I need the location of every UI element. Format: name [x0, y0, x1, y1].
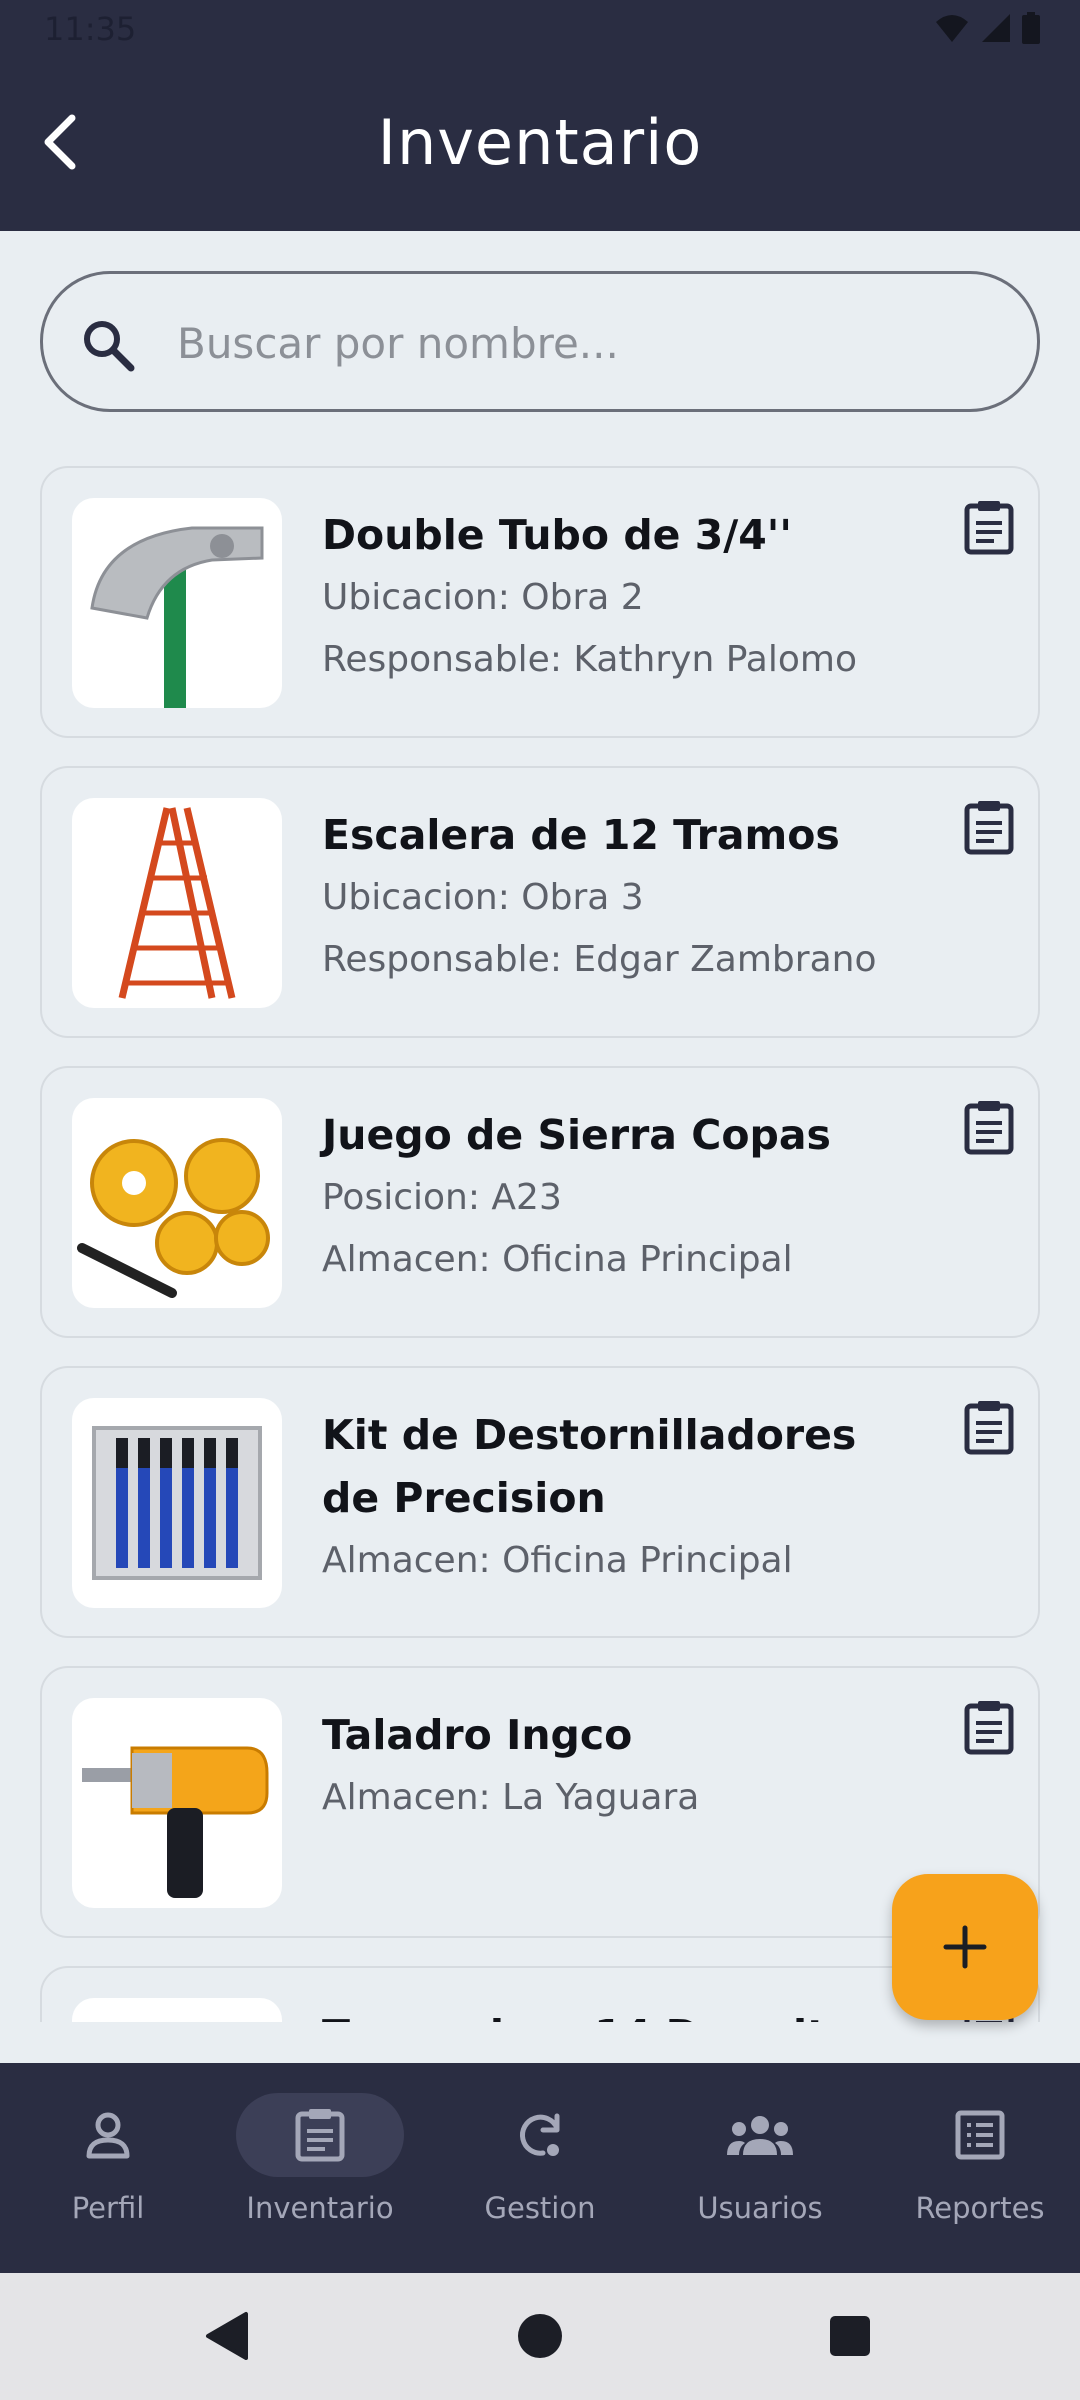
item-image: [72, 1098, 282, 1308]
nav-icon-container: [676, 2093, 844, 2177]
item-detail: Almacen: Oficina Principal: [322, 1540, 793, 1581]
inventory-card[interactable]: Juego de Sierra Copas Posicion: A23 Alma…: [40, 1066, 1040, 1338]
details-button[interactable]: [954, 1092, 1024, 1162]
battery-icon: [1022, 12, 1040, 44]
hole-saw-set-icon: [77, 1138, 270, 1298]
inventory-list: Double Tubo de 3/4'' Ubicacion: Obra 2 R…: [40, 466, 1040, 2022]
card-body: Taladro Ingco Almacen: La Yaguara: [322, 1704, 922, 1829]
system-back-button[interactable]: [192, 2301, 262, 2371]
clipboard-icon: [964, 801, 1014, 855]
item-image: [72, 798, 282, 1008]
nav-icon-container: [896, 2093, 1064, 2177]
clipboard-icon: [964, 1701, 1014, 1755]
list-icon: [955, 2110, 1005, 2160]
add-item-button[interactable]: [892, 1874, 1038, 2020]
item-detail: Ubicacion: Obra 3: [322, 877, 644, 918]
nav-icon-container: [236, 2093, 404, 2177]
nav-label: Gestion: [484, 2191, 596, 2225]
person-icon: [86, 2112, 130, 2159]
card-body: Juego de Sierra Copas Posicion: A23 Alma…: [322, 1104, 922, 1291]
details-button[interactable]: [954, 1692, 1024, 1762]
nav-item-inventario[interactable]: Inventario: [212, 2093, 428, 2243]
group-icon: [727, 2116, 793, 2155]
clipboard-icon: [964, 1401, 1014, 1455]
square-recents-icon: [830, 2316, 870, 2356]
nav-icon-container: [24, 2093, 192, 2177]
nav-item-gestion[interactable]: Gestion: [432, 2093, 648, 2243]
nav-item-reportes[interactable]: Reportes: [872, 2093, 1080, 2243]
conduit-bender-icon: [90, 526, 264, 708]
card-body: Tronzadora 14 Dewalt: [322, 2004, 922, 2022]
item-detail: Ubicacion: Obra 2: [322, 577, 644, 618]
triangle-back-icon: [206, 2312, 248, 2360]
item-image: [72, 1998, 282, 2022]
item-detail: Almacen: La Yaguara: [322, 1777, 700, 1818]
nav-item-usuarios[interactable]: Usuarios: [652, 2093, 868, 2243]
system-home-button[interactable]: [505, 2301, 575, 2371]
page-title: Inventario: [377, 106, 703, 179]
status-time: 11:35: [44, 10, 137, 48]
item-detail: Responsable: Kathryn Palomo: [322, 639, 857, 680]
inventory-card[interactable]: Kit de Destornilladores de Precision Alm…: [40, 1366, 1040, 1638]
inventory-card[interactable]: Double Tubo de 3/4'' Ubicacion: Obra 2 R…: [40, 466, 1040, 738]
item-image: [72, 1698, 282, 1908]
status-icons: [934, 12, 1040, 44]
details-button[interactable]: [954, 492, 1024, 562]
clipboard-icon: [295, 2109, 345, 2162]
item-title: Tronzadora 14 Dewalt: [322, 2004, 922, 2022]
item-image: [72, 498, 282, 708]
bottom-navigation: Perfil Inventario Gestion Usuarios Repor…: [0, 2063, 1080, 2273]
item-title: Kit de Destornilladores de Precision: [322, 1411, 857, 1522]
search-input[interactable]: [177, 308, 997, 378]
nav-label: Usuarios: [697, 2191, 823, 2225]
ladder-icon: [118, 807, 236, 999]
details-button[interactable]: [954, 792, 1024, 862]
nav-label: Reportes: [915, 2191, 1045, 2225]
item-detail: Responsable: Edgar Zambrano: [322, 939, 877, 980]
system-navigation-bar: [0, 2273, 1080, 2400]
item-title: Escalera de 12 Tramos: [322, 811, 840, 859]
clipboard-icon: [964, 1101, 1014, 1155]
drill-icon: [82, 1746, 269, 1898]
plus-icon: [943, 1925, 987, 1969]
chop-saw-icon: [72, 1998, 282, 2022]
card-body: Escalera de 12 Tramos Ubicacion: Obra 3 …: [322, 804, 922, 991]
signal-icon: [982, 14, 1010, 42]
system-recents-button[interactable]: [815, 2301, 885, 2371]
sync-icon: [520, 2113, 560, 2156]
item-title: Juego de Sierra Copas: [322, 1111, 831, 1159]
app-bar: Inventario: [0, 60, 1080, 231]
status-bar: 11:35: [0, 0, 1080, 60]
clipboard-icon: [964, 501, 1014, 555]
search-icon: [84, 321, 135, 372]
inventory-card[interactable]: Escalera de 12 Tramos Ubicacion: Obra 3 …: [40, 766, 1040, 1038]
search-bar[interactable]: [40, 271, 1040, 412]
item-detail: Posicion: A23: [322, 1177, 562, 1218]
nav-item-perfil[interactable]: Perfil: [0, 2093, 216, 2243]
inventory-card[interactable]: Tronzadora 14 Dewalt: [40, 1966, 1040, 2022]
item-detail: Almacen: Oficina Principal: [322, 1239, 793, 1280]
screwdriver-kit-icon: [92, 1426, 262, 1580]
circle-home-icon: [518, 2314, 562, 2358]
card-body: Double Tubo de 3/4'' Ubicacion: Obra 2 R…: [322, 504, 922, 691]
nav-label: Inventario: [246, 2191, 394, 2225]
item-image: [72, 1398, 282, 1608]
inventory-card[interactable]: Taladro Ingco Almacen: La Yaguara: [40, 1666, 1040, 1938]
item-title: Double Tubo de 3/4'': [322, 511, 792, 559]
wifi-icon: [936, 15, 968, 42]
nav-icon-container: [456, 2093, 624, 2177]
card-body: Kit de Destornilladores de Precision Alm…: [322, 1404, 922, 1592]
nav-label: Perfil: [71, 2191, 145, 2225]
item-title: Taladro Ingco: [322, 1711, 633, 1759]
details-button[interactable]: [954, 1392, 1024, 1462]
